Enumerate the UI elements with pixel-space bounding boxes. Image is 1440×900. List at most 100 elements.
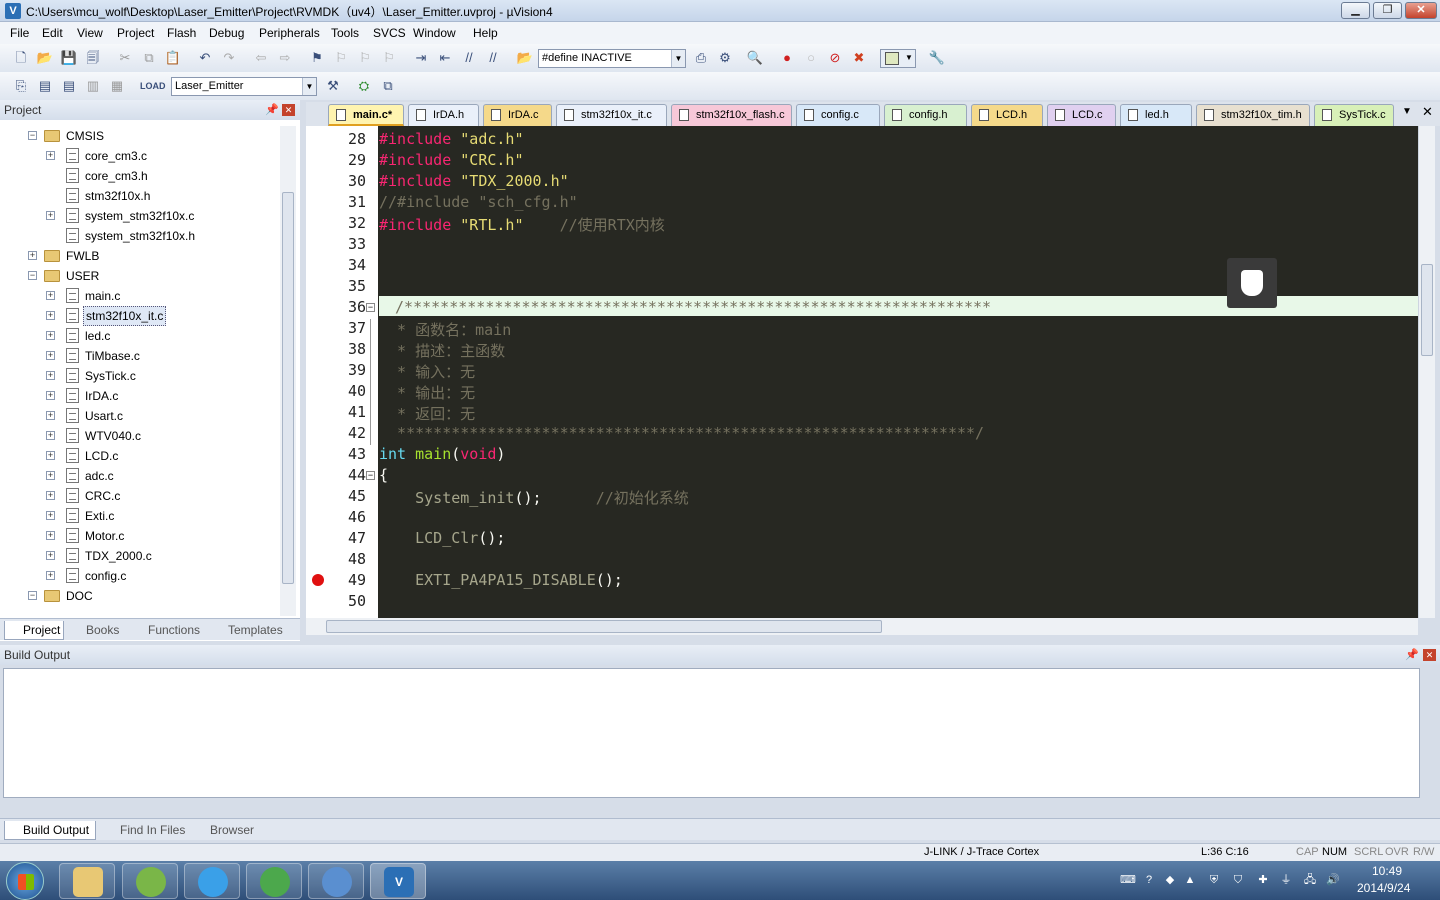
scroll-thumb[interactable] — [282, 192, 294, 584]
save-all-icon[interactable]: 🗐 — [84, 49, 102, 67]
menu-file[interactable]: File — [10, 26, 29, 40]
expand-icon[interactable]: + — [46, 571, 55, 580]
tree-file[interactable]: + system_stm32f10x.c — [0, 206, 280, 226]
taskbar-browser[interactable] — [184, 863, 240, 899]
code-editor[interactable]: 28 29 30 31 32 33 34 35 36 37 38 39 40 41 42 43 44 45 46 47… — [306, 126, 1418, 618]
clock-time[interactable]: 10:49 — [1372, 864, 1402, 878]
taskbar-uvision[interactable]: V — [370, 863, 426, 899]
target-combo[interactable]: Laser_Emitter ▼ — [171, 77, 317, 96]
expand-icon[interactable]: + — [46, 391, 55, 400]
editor-tab[interactable]: IrDA.c — [483, 104, 552, 126]
tree-file[interactable]: stm32f10x.h — [0, 186, 280, 206]
taskbar-explorer[interactable] — [59, 863, 115, 899]
editor-horizontal-scrollbar[interactable] — [306, 618, 1418, 635]
editor-tab[interactable]: stm32f10x_it.c — [556, 104, 667, 126]
comment-icon[interactable]: // — [460, 49, 478, 67]
tab-templates[interactable]: Templates — [210, 621, 288, 640]
chevron-down-icon[interactable]: ▼ — [302, 78, 316, 95]
stop-build-icon[interactable]: ▦ — [108, 77, 126, 95]
tree-file[interactable]: + Usart.c — [0, 406, 280, 426]
collapse-icon[interactable]: − — [28, 271, 37, 280]
tree-file[interactable]: + adc.c — [0, 466, 280, 486]
paste-icon[interactable]: 📋 — [164, 49, 182, 67]
window-layout-button[interactable]: ▼ — [880, 49, 916, 68]
fold-icon[interactable]: − — [366, 471, 375, 480]
menu-view[interactable]: View — [77, 26, 103, 40]
insert-bookmark-icon[interactable]: ⚑ — [308, 49, 326, 67]
navigate-back-icon[interactable]: ⇦ — [252, 49, 270, 67]
tree-file[interactable]: + Exti.c — [0, 506, 280, 526]
insert-breakpoint-icon[interactable]: ● — [778, 49, 796, 67]
tab-project[interactable]: Project — [4, 621, 64, 640]
tab-build-output[interactable]: Build Output — [4, 821, 96, 840]
previous-bookmark-icon[interactable]: ⚐ — [332, 49, 350, 67]
tree-file[interactable]: + CRC.c — [0, 486, 280, 506]
editor-tab[interactable]: led.h — [1120, 104, 1192, 126]
scroll-thumb[interactable] — [326, 620, 882, 633]
expand-icon[interactable]: + — [46, 471, 55, 480]
build-icon[interactable]: ▤ — [36, 77, 54, 95]
editor-tab[interactable]: stm32f10x_tim.h — [1196, 104, 1310, 126]
expand-icon[interactable]: + — [46, 531, 55, 540]
build-output-text[interactable] — [3, 668, 1420, 798]
tree-folder[interactable]: + FWLB — [0, 246, 280, 266]
configure-icon[interactable]: 🔧 — [928, 49, 946, 67]
tree-file[interactable]: + stm32f10x_it.c — [0, 306, 280, 326]
keyboard-icon[interactable]: ⌨ — [1120, 873, 1136, 887]
editor-tab[interactable]: LCD.c — [1047, 104, 1116, 126]
translate-icon[interactable]: ⎘ — [12, 77, 30, 95]
new-file-icon[interactable]: 🗋 — [12, 49, 30, 67]
copy-icon[interactable]: ⧉ — [140, 49, 158, 67]
volume-icon[interactable]: 🔊 — [1326, 873, 1340, 887]
expand-icon[interactable]: + — [46, 511, 55, 520]
tree-folder[interactable]: − DOC — [0, 586, 280, 606]
expand-icon[interactable]: + — [46, 491, 55, 500]
menu-project[interactable]: Project — [117, 26, 154, 40]
undo-icon[interactable]: ↶ — [196, 49, 214, 67]
incremental-find-icon[interactable]: ⚙ — [716, 49, 734, 67]
tab-list-chevron-icon[interactable]: ▼ — [1402, 106, 1412, 117]
antivirus-icon[interactable]: ✚ — [1256, 873, 1270, 887]
maximize-button[interactable]: ❐ — [1373, 2, 1402, 19]
batch-build-icon[interactable]: ▥ — [84, 77, 102, 95]
shield-icon[interactable]: ⛉ — [1231, 873, 1245, 887]
menu-window[interactable]: Window — [413, 26, 456, 40]
editor-tab[interactable]: config.h — [884, 104, 967, 126]
editor-tab[interactable]: main.c* — [328, 104, 404, 126]
expand-icon[interactable]: + — [46, 371, 55, 380]
help-icon[interactable]: ? — [1142, 873, 1156, 887]
enable-breakpoint-icon[interactable]: ○ — [802, 49, 820, 67]
tree-file[interactable]: + IrDA.c — [0, 386, 280, 406]
expand-icon[interactable]: + — [46, 311, 55, 320]
tree-file[interactable]: + main.c — [0, 286, 280, 306]
pin-icon[interactable]: 📌 — [1405, 645, 1419, 665]
expand-icon[interactable]: + — [46, 551, 55, 560]
expand-icon[interactable]: + — [46, 211, 55, 220]
tab-find-in-files[interactable]: Find In Files — [102, 821, 188, 840]
uncomment-icon[interactable]: // — [484, 49, 502, 67]
tree-file[interactable]: system_stm32f10x.h — [0, 226, 280, 246]
menu-peripherals[interactable]: Peripherals — [259, 26, 320, 40]
close-button[interactable]: ✕ — [1405, 2, 1437, 19]
unindent-icon[interactable]: ⇤ — [436, 49, 454, 67]
editor-tab[interactable]: LCD.h — [971, 104, 1043, 126]
tree-file[interactable]: + SysTick.c — [0, 366, 280, 386]
menu-debug[interactable]: Debug — [209, 26, 244, 40]
show-hidden-icons[interactable]: ▲ — [1183, 873, 1197, 887]
close-icon[interactable]: ✕ — [282, 104, 295, 116]
tree-file[interactable]: core_cm3.h — [0, 166, 280, 186]
start-debug-icon[interactable]: 🔍 — [746, 49, 764, 67]
security-icon[interactable]: ⛨ — [1207, 873, 1221, 887]
expand-icon[interactable]: + — [46, 431, 55, 440]
tree-file[interactable]: + led.c — [0, 326, 280, 346]
tree-file[interactable]: + core_cm3.c — [0, 146, 280, 166]
floating-overlay-widget[interactable] — [1227, 258, 1277, 308]
cut-icon[interactable]: ✂ — [116, 49, 134, 67]
expand-icon[interactable]: + — [46, 411, 55, 420]
expand-icon[interactable]: + — [46, 351, 55, 360]
select-packs-icon[interactable]: ⧉ — [379, 77, 397, 95]
taskbar-chat-app[interactable] — [122, 863, 178, 899]
find-in-files-icon[interactable]: 📂 — [516, 49, 534, 67]
tree-folder[interactable]: − CMSIS — [0, 126, 280, 146]
menu-tools[interactable]: Tools — [331, 26, 359, 40]
